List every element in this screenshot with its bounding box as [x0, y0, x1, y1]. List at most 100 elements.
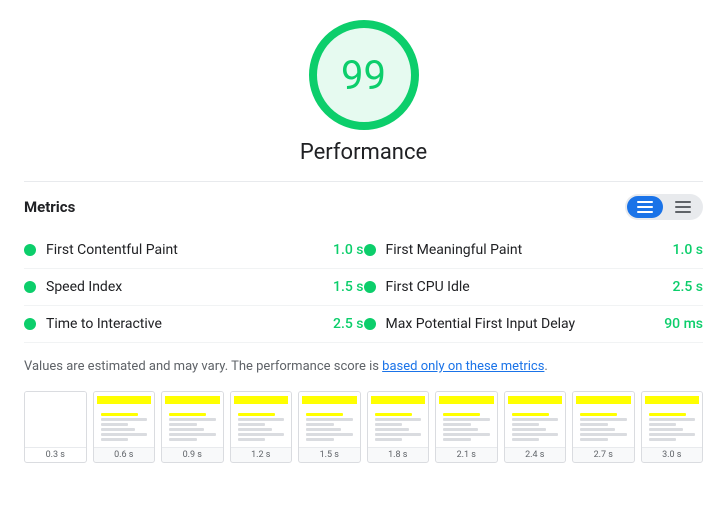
frame-line	[238, 433, 285, 436]
frame-line	[306, 413, 343, 416]
filmstrip-frame[interactable]: 1.2 s	[230, 391, 293, 463]
frame-line	[649, 433, 696, 436]
frame-header-bar	[165, 396, 220, 404]
frame-lines	[645, 407, 700, 443]
frame-line	[580, 413, 617, 416]
frame-line	[443, 413, 480, 416]
score-label: Performance	[300, 140, 427, 165]
frame-line	[169, 433, 216, 436]
filmstrip-frame[interactable]: 1.5 s	[298, 391, 361, 463]
frame-header-bar	[97, 396, 152, 404]
frame-timestamp: 1.5 s	[299, 447, 360, 462]
frame-lines	[97, 407, 152, 443]
filmstrip-frame[interactable]: 3.0 s	[641, 391, 704, 463]
list-icon-line3	[637, 211, 653, 213]
filmstrip-frame[interactable]: 0.6 s	[93, 391, 156, 463]
frame-content	[94, 392, 155, 447]
score-value: 99	[341, 52, 386, 99]
grid-icon-line1	[675, 201, 691, 203]
frame-line	[101, 418, 148, 421]
metric-dot	[24, 244, 36, 256]
metric-row: First Contentful Paint 1.0 s	[24, 232, 364, 269]
list-view-button[interactable]	[627, 196, 663, 218]
frame-line	[649, 423, 677, 426]
frame-line	[101, 423, 129, 426]
frame-line	[649, 413, 686, 416]
grid-view-button[interactable]	[665, 196, 701, 218]
frame-line	[512, 438, 540, 441]
frame-line	[169, 423, 197, 426]
frame-content	[642, 392, 703, 447]
metrics-title: Metrics	[24, 198, 75, 216]
metric-name: Time to Interactive	[46, 316, 311, 332]
metric-value: 2.5 s	[319, 316, 364, 332]
grid-icon	[675, 201, 691, 213]
frame-line	[580, 428, 615, 431]
frame-line	[443, 423, 471, 426]
filmstrip-frame[interactable]: 0.3 s	[24, 391, 87, 463]
frame-line	[580, 418, 627, 421]
metric-value: 1.0 s	[658, 242, 703, 258]
frame-header-bar	[234, 396, 289, 404]
frame-content	[436, 392, 497, 447]
frame-header-bar	[371, 396, 426, 404]
metric-row: Time to Interactive 2.5 s	[24, 306, 364, 343]
metric-name: Speed Index	[46, 279, 311, 295]
metrics-grid: First Contentful Paint 1.0 s First Meani…	[24, 232, 703, 343]
frame-line	[306, 433, 353, 436]
frame-line	[443, 433, 490, 436]
frame-header-bar	[576, 396, 631, 404]
list-icon	[637, 201, 653, 213]
filmstrip-frame[interactable]: 2.4 s	[504, 391, 567, 463]
metric-value: 90 ms	[658, 316, 703, 332]
grid-icon-line2	[675, 206, 691, 208]
frame-line	[443, 418, 490, 421]
frame-line	[512, 418, 559, 421]
filmstrip-frame[interactable]: 1.8 s	[367, 391, 430, 463]
metric-name: First Meaningful Paint	[386, 242, 651, 258]
frame-line	[375, 418, 422, 421]
frame-lines	[576, 407, 631, 443]
frame-line	[238, 423, 266, 426]
frame-line	[306, 418, 353, 421]
frame-line	[375, 413, 412, 416]
filmstrip: 0.3 s 0.6 s	[24, 391, 703, 463]
score-circle: 99	[309, 20, 419, 130]
frame-line	[238, 438, 266, 441]
frame-header-bar	[508, 396, 563, 404]
frame-line	[238, 413, 275, 416]
metric-name: First CPU Idle	[386, 279, 651, 295]
frame-line	[238, 428, 273, 431]
metric-dot	[364, 318, 376, 330]
frame-line	[649, 418, 696, 421]
filmstrip-frame[interactable]: 2.7 s	[572, 391, 635, 463]
frame-line	[580, 438, 608, 441]
metric-row: First CPU Idle 2.5 s	[364, 269, 704, 306]
metric-name: First Contentful Paint	[46, 242, 311, 258]
frame-line	[512, 413, 549, 416]
frame-line	[306, 428, 341, 431]
frame-content	[573, 392, 634, 447]
metric-dot	[24, 281, 36, 293]
frame-line	[580, 433, 627, 436]
frame-line	[512, 433, 559, 436]
frame-line	[169, 428, 204, 431]
frame-line	[169, 418, 216, 421]
frame-lines	[508, 407, 563, 443]
metric-value: 1.5 s	[319, 279, 364, 295]
filmstrip-frame[interactable]: 2.1 s	[435, 391, 498, 463]
frame-timestamp: 0.6 s	[94, 447, 155, 462]
metric-dot	[24, 318, 36, 330]
frame-timestamp: 2.1 s	[436, 447, 497, 462]
frame-line	[306, 423, 334, 426]
frame-header-bar	[645, 396, 700, 404]
frame-line	[443, 428, 478, 431]
frame-line	[306, 438, 334, 441]
note-link[interactable]: based only on these metrics	[382, 359, 544, 374]
frame-line	[649, 438, 677, 441]
frame-content	[505, 392, 566, 447]
metric-row: First Meaningful Paint 1.0 s	[364, 232, 704, 269]
filmstrip-frame[interactable]: 0.9 s	[161, 391, 224, 463]
metrics-header: Metrics	[24, 181, 703, 220]
frame-timestamp: 3.0 s	[642, 447, 703, 462]
